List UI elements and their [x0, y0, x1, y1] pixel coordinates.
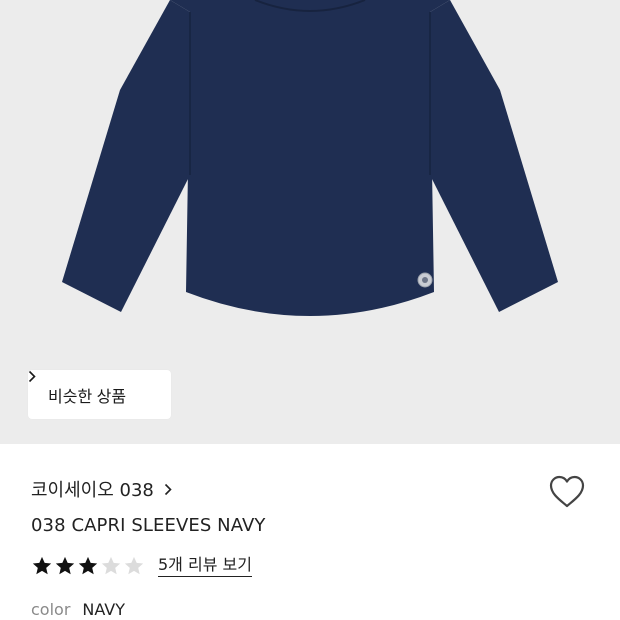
star-rating	[31, 555, 145, 577]
color-label: color	[31, 600, 71, 619]
similar-products-button[interactable]: 비슷한 상품	[28, 370, 171, 419]
wishlist-heart-icon[interactable]	[548, 474, 586, 510]
product-title: 038 CAPRI SLEEVES NAVY	[31, 515, 266, 536]
product-image[interactable]: 비슷한 상품	[0, 0, 620, 444]
color-value: NAVY	[82, 600, 126, 619]
brand-name: 코이세이오 038	[31, 480, 154, 501]
star-empty-icon	[124, 556, 144, 575]
star-filled-icon	[55, 556, 75, 575]
rating-row: 5개 리뷰 보기	[31, 555, 252, 577]
star-filled-icon	[78, 556, 98, 575]
color-row: color NAVY	[31, 600, 125, 619]
view-reviews-link[interactable]: 5개 리뷰 보기	[158, 555, 252, 577]
chevron-right-icon	[164, 483, 172, 496]
similar-products-label: 비슷한 상품	[48, 388, 127, 406]
star-filled-icon	[32, 556, 52, 575]
product-info: 코이세이오 038 038 CAPRI SLEEVES NAVY 5개 리뷰 보…	[0, 444, 620, 620]
star-empty-icon	[101, 556, 121, 575]
brand-link[interactable]: 코이세이오 038	[31, 476, 172, 502]
